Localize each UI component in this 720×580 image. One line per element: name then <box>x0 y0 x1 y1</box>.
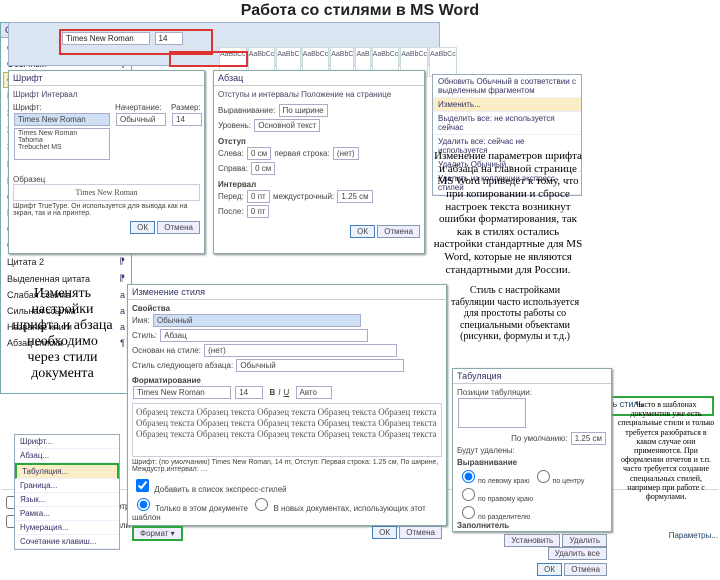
format-button[interactable]: Формат ▾ <box>132 526 183 541</box>
ok-button[interactable]: ОК <box>537 563 562 576</box>
font-dialog: Шрифт Шрифт Интервал Шрифт: Times New Ro… <box>8 70 205 254</box>
font-picker[interactable]: Times New Roman <box>62 32 150 45</box>
ribbon: Times New Roman 14 AaBbCcAaBbCcAaBbCAaBb… <box>8 22 440 66</box>
tab-position-input[interactable] <box>458 398 526 428</box>
cancel-button[interactable]: Отмена <box>157 221 200 234</box>
sample-text: Образец текста Образец текста Образец те… <box>132 403 442 457</box>
format-menu-tabulation: Табуляция... <box>15 463 119 479</box>
cancel-button[interactable]: Отмена <box>399 526 442 539</box>
paragraph-group-highlight <box>169 51 248 67</box>
page-title: Работа со стилями в MS Word <box>0 2 720 20</box>
note-tab-style: Стиль с настройками табуляции часто испо… <box>450 285 580 343</box>
cancel-button[interactable]: Отмена <box>564 563 607 576</box>
modify-style-item: Изменить... <box>433 98 581 112</box>
ok-button[interactable]: ОК <box>350 225 375 238</box>
dialog-title: Шрифт <box>9 71 204 86</box>
tabulation-dialog: Табуляция Позиции табуляции: По умолчани… <box>452 368 612 532</box>
note-templates: Часто в шаблонах документов уже есть спе… <box>616 400 716 501</box>
paragraph-dialog: Абзац Отступы и интервалы Положение на с… <box>213 70 425 254</box>
modify-style-dialog: Изменение стиля Свойства Имя: Обычный Ст… <box>127 284 447 526</box>
ok-button[interactable]: ОК <box>130 221 155 234</box>
font-input[interactable]: Times New Roman <box>14 113 110 126</box>
format-menu[interactable]: Шрифт... Абзац... Табуляция... Граница..… <box>14 434 120 550</box>
font-preview: Times New Roman <box>13 184 200 201</box>
cancel-button[interactable]: Отмена <box>377 225 420 238</box>
ok-button[interactable]: ОК <box>372 526 397 539</box>
note-font-para: Изменение параметров шрифта и абзаца на … <box>433 150 583 276</box>
style-name-input[interactable]: Обычный <box>153 314 361 327</box>
note-change-via-styles: Изменять настройки шрифта и абзаца необх… <box>10 286 115 383</box>
font-size-picker[interactable]: 14 <box>155 32 183 45</box>
